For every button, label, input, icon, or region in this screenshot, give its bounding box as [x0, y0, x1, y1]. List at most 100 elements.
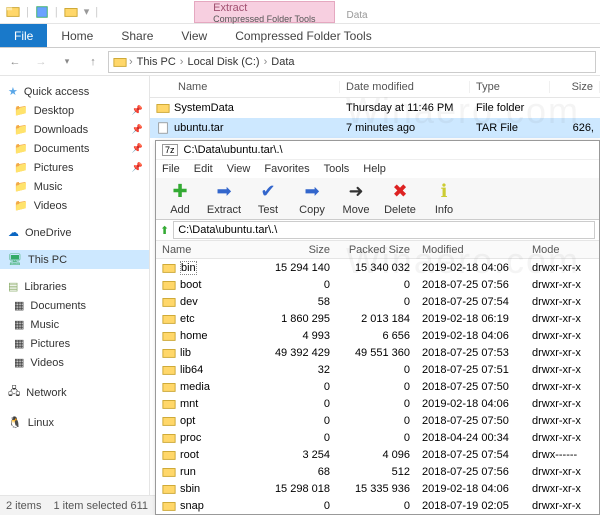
archive-row[interactable]: lib49 392 42949 551 3602018-07-25 07:53d…	[156, 344, 599, 361]
status-selected: 1 item selected 611	[53, 500, 148, 512]
sidebar-item-documents[interactable]: 📁Documents📌	[0, 139, 149, 158]
breadcrumb[interactable]: › This PC › Local Disk (C:) › Data	[108, 51, 596, 73]
szcol-name[interactable]: Name	[156, 244, 256, 256]
forward-button[interactable]: →	[30, 51, 52, 73]
address-bar: ← → ▾ ↑ › This PC › Local Disk (C:) › Da…	[0, 48, 600, 76]
ribbon-home[interactable]: Home	[47, 24, 107, 47]
libraries[interactable]: ▤Libraries	[0, 277, 149, 296]
tool-test[interactable]: ✔Test	[248, 181, 288, 216]
archive-row[interactable]: lib643202018-07-25 07:51drwxr-xr-x	[156, 361, 599, 378]
archive-row[interactable]: home4 9936 6562019-02-18 04:06drwxr-xr-x	[156, 327, 599, 344]
ribbon: File Home Share View Compressed Folder T…	[0, 24, 600, 48]
recent-button[interactable]: ▾	[56, 51, 78, 73]
arrow-r-icon: ➡	[304, 181, 319, 202]
library-icon: ▦	[14, 299, 24, 312]
cloud-icon: ☁	[8, 226, 19, 239]
szcol-packed[interactable]: Packed Size	[336, 244, 416, 256]
szcol-mode[interactable]: Mode	[526, 244, 596, 256]
folder-icon: 📁	[14, 142, 28, 155]
tool-move[interactable]: ➜Move	[336, 181, 376, 216]
archive-row[interactable]: etc1 860 2952 013 1842019-02-18 06:19drw…	[156, 310, 599, 327]
tool-delete[interactable]: ✖Delete	[380, 181, 420, 216]
archive-row[interactable]: boot002018-07-25 07:56drwxr-xr-x	[156, 276, 599, 293]
tool-copy[interactable]: ➡Copy	[292, 181, 332, 216]
back-button[interactable]: ←	[4, 51, 26, 73]
sidebar-item-pictures[interactable]: 📁Pictures📌	[0, 158, 149, 177]
chevron-right-icon[interactable]: ›	[129, 56, 133, 68]
onedrive[interactable]: ☁OneDrive	[0, 223, 149, 242]
archive-row[interactable]: bin15 294 14015 340 0322019-02-18 04:06d…	[156, 259, 599, 276]
context-tab-extract[interactable]: Extract Compressed Folder Tools	[194, 1, 334, 23]
plus-icon: ✚	[172, 181, 187, 202]
pin-icon: 📌	[132, 105, 143, 116]
sevenzip-rows: bin15 294 14015 340 0322019-02-18 04:06d…	[156, 259, 599, 514]
sevenzip-window[interactable]: 7z C:\Data\ubuntu.tar\.\ File Edit View …	[155, 140, 600, 515]
sevenzip-titlebar[interactable]: 7z C:\Data\ubuntu.tar\.\	[156, 141, 599, 160]
crumb-disk[interactable]: Local Disk (C:)	[185, 56, 261, 68]
tool-add[interactable]: ✚Add	[160, 181, 200, 216]
crumb-folder[interactable]: Data	[269, 56, 296, 68]
archive-row[interactable]: dev5802018-07-25 07:54drwxr-xr-x	[156, 293, 599, 310]
col-size[interactable]: Size	[550, 81, 600, 93]
folder-icon	[162, 295, 176, 309]
sidebar-item-documents[interactable]: ▦Documents	[0, 296, 149, 315]
file-row[interactable]: ubuntu.tar7 minutes agoTAR File626,	[150, 118, 600, 138]
archive-row[interactable]: root3 2544 0962018-07-25 07:54drwx------	[156, 446, 599, 463]
szcol-modified[interactable]: Modified	[416, 244, 526, 256]
up-button[interactable]: ↑	[82, 51, 104, 73]
file-row[interactable]: SystemDataThursday at 11:46 PMFile folde…	[150, 98, 600, 118]
quick-access[interactable]: ★Quick access	[0, 82, 149, 101]
sidebar-item-videos[interactable]: ▦Videos	[0, 353, 149, 372]
menu-favorites[interactable]: Favorites	[264, 163, 309, 175]
col-date[interactable]: Date modified	[340, 81, 470, 93]
crumb-thispc[interactable]: This PC	[135, 56, 178, 68]
up-folder-icon[interactable]: ⬆	[160, 224, 169, 237]
sidebar-item-videos[interactable]: 📁Videos	[0, 196, 149, 215]
folder-icon: 📁	[14, 123, 28, 136]
network[interactable]: 🖧Network	[0, 380, 149, 405]
menu-help[interactable]: Help	[363, 163, 386, 175]
szcol-size[interactable]: Size	[256, 244, 336, 256]
pin-icon: 📌	[132, 124, 143, 135]
sidebar-item-desktop[interactable]: 📁Desktop📌	[0, 101, 149, 120]
dropdown-caret-icon[interactable]: ▾	[84, 5, 90, 18]
folder-icon: 📁	[14, 180, 28, 193]
save-icon[interactable]	[35, 5, 49, 19]
folder-icon	[162, 482, 176, 496]
menu-view[interactable]: View	[227, 163, 251, 175]
archive-row[interactable]: media002018-07-25 07:50drwxr-xr-x	[156, 378, 599, 395]
archive-row[interactable]: mnt002019-02-18 04:06drwxr-xr-x	[156, 395, 599, 412]
ribbon-share[interactable]: Share	[107, 24, 167, 47]
tool-extract[interactable]: ➡Extract	[204, 181, 244, 216]
sevenzip-columns[interactable]: Name Size Packed Size Modified Mode	[156, 241, 599, 259]
chevron-right-icon[interactable]: ›	[264, 56, 268, 68]
folder-small-icon[interactable]	[64, 5, 78, 19]
chevron-right-icon[interactable]: ›	[180, 56, 184, 68]
this-pc[interactable]: 🖥This PC	[0, 250, 149, 269]
star-icon: ★	[8, 85, 18, 98]
menu-file[interactable]: File	[162, 163, 180, 175]
menu-edit[interactable]: Edit	[194, 163, 213, 175]
status-count: 2 items	[6, 500, 41, 512]
titlebar: | | ▾ | Extract Compressed Folder Tools …	[0, 0, 600, 24]
menu-tools[interactable]: Tools	[324, 163, 350, 175]
sidebar-item-music[interactable]: 📁Music	[0, 177, 149, 196]
tool-info[interactable]: ℹInfo	[424, 181, 464, 216]
ribbon-file[interactable]: File	[0, 24, 47, 47]
archive-row[interactable]: sbin15 298 01815 335 9362019-02-18 04:06…	[156, 480, 599, 497]
sevenzip-path-input[interactable]	[173, 221, 595, 239]
archive-row[interactable]: opt002018-07-25 07:50drwxr-xr-x	[156, 412, 599, 429]
col-type[interactable]: Type	[470, 81, 550, 93]
sidebar-item-music[interactable]: ▦Music	[0, 315, 149, 334]
linux[interactable]: 🐧Linux	[0, 413, 149, 432]
sidebar-item-downloads[interactable]: 📁Downloads📌	[0, 120, 149, 139]
column-headers[interactable]: Name Date modified Type Size	[150, 76, 600, 98]
col-name[interactable]: Name	[150, 81, 340, 93]
archive-row[interactable]: proc002018-04-24 00:34drwxr-xr-x	[156, 429, 599, 446]
sidebar-item-pictures[interactable]: ▦Pictures	[0, 334, 149, 353]
archive-row[interactable]: snap002018-07-19 02:05drwxr-xr-x	[156, 497, 599, 514]
ribbon-context[interactable]: Compressed Folder Tools	[221, 24, 386, 47]
separator: |	[26, 6, 29, 18]
archive-row[interactable]: run685122018-07-25 07:56drwxr-xr-x	[156, 463, 599, 480]
ribbon-view[interactable]: View	[167, 24, 221, 47]
